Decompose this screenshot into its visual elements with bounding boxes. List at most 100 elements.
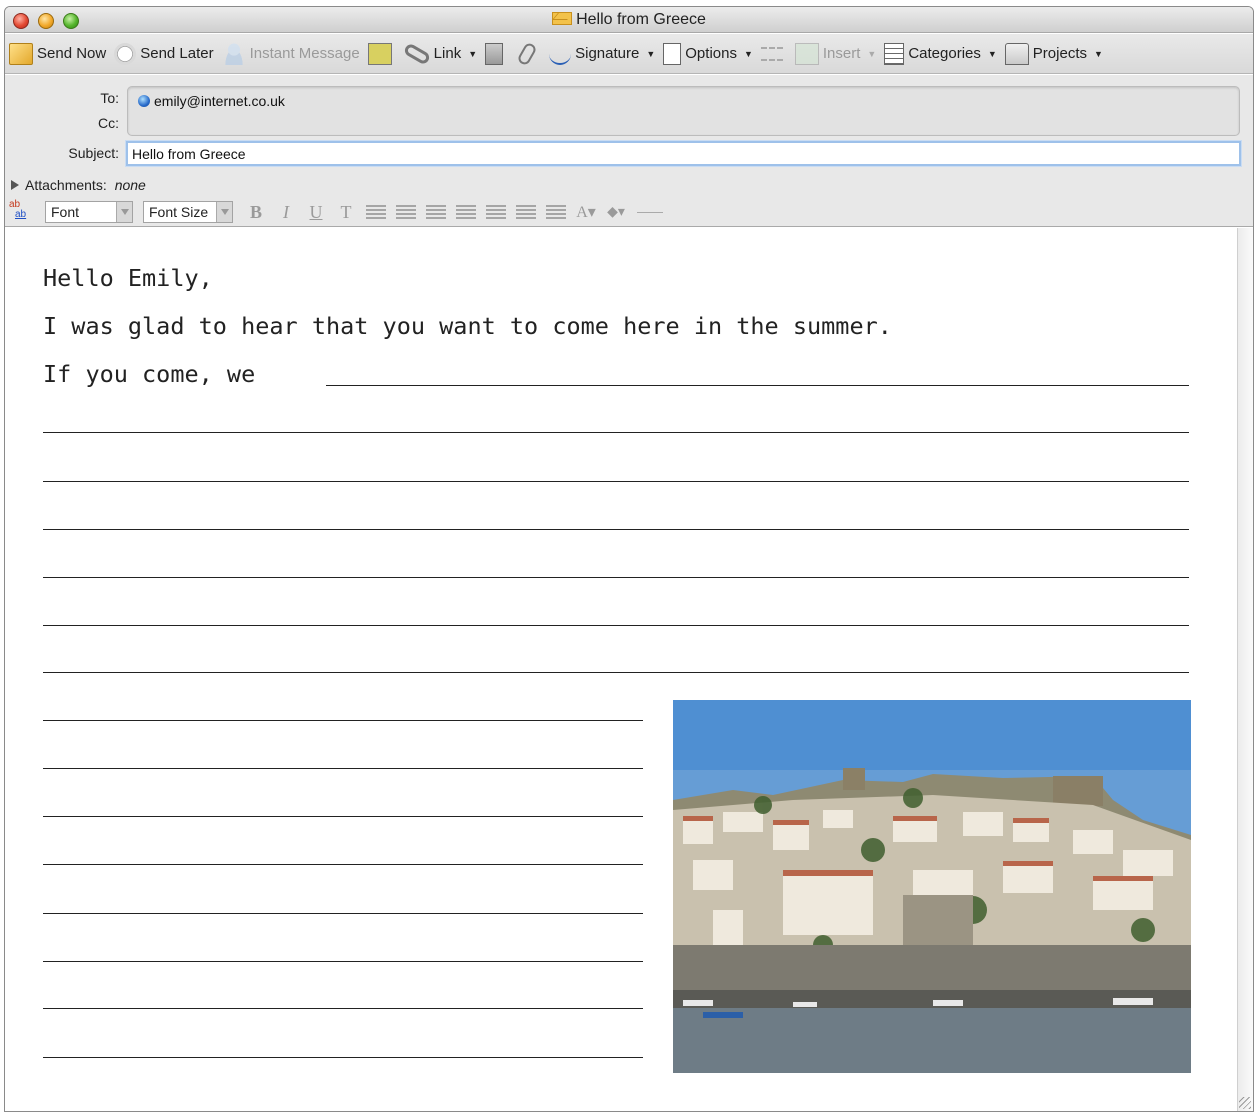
insert-icon — [794, 42, 819, 65]
format-icon — [760, 46, 783, 61]
increase-indent-button[interactable] — [541, 201, 571, 223]
send-now-label: Send Now — [37, 45, 107, 62]
projects-menu-icon: ▼ — [1093, 48, 1103, 59]
signature-menu-icon: ▼ — [646, 48, 656, 59]
categories-menu-icon: ▼ — [987, 48, 997, 59]
spelling-icon[interactable]: ab ab — [9, 200, 35, 224]
link-menu-icon: ▼ — [468, 48, 478, 59]
attachments-label: Attachments: — [25, 177, 107, 193]
message-line-1: Hello Emily, — [43, 264, 213, 292]
underline-button[interactable]: U — [301, 201, 331, 223]
instant-message-label: Instant Message — [249, 45, 360, 62]
save-icon — [367, 42, 392, 65]
signature-label: Signature — [575, 45, 640, 62]
bulleted-list-icon — [486, 205, 506, 219]
link-button[interactable]: Link ▼ — [402, 39, 478, 69]
message-line-2: I was glad to hear that you want to come… — [43, 312, 892, 340]
insert-button[interactable]: Insert ▼ — [794, 39, 877, 69]
link-label: Link — [433, 45, 462, 62]
italic-button[interactable]: I — [271, 201, 301, 223]
formatting-bar: ab ab Font Font Size B I U T A▾ ◆▾ — [9, 199, 663, 225]
contact-globe-icon — [138, 95, 150, 107]
options-label: Options — [685, 45, 737, 62]
categories-button[interactable]: Categories ▼ — [884, 39, 997, 69]
format-button[interactable] — [760, 39, 787, 69]
align-left-icon — [366, 205, 386, 219]
numbered-list-button[interactable] — [451, 201, 481, 223]
options-icon — [663, 42, 682, 65]
answer-line — [43, 816, 643, 817]
send-later-button[interactable]: Send Later — [114, 39, 214, 69]
save-button[interactable] — [367, 39, 396, 69]
projects-label: Projects — [1032, 45, 1087, 62]
answer-line — [43, 1008, 643, 1009]
to-label: To: — [100, 90, 119, 106]
send-now-button[interactable]: Send Now — [9, 39, 106, 69]
font-size-dropdown[interactable]: Font Size — [143, 201, 233, 223]
answer-line — [43, 913, 643, 914]
compose-window: Hello from Greece Send Now Send Later In… — [4, 6, 1254, 1112]
instant-message-button[interactable]: Instant Message — [221, 39, 360, 69]
options-menu-icon: ▼ — [743, 48, 753, 59]
font-size-dropdown-label: Font Size — [149, 204, 209, 220]
disclosure-triangle-icon[interactable] — [11, 180, 19, 190]
delete-button[interactable] — [485, 39, 507, 69]
answer-line — [43, 864, 643, 865]
align-center-button[interactable] — [391, 201, 421, 223]
to-recipient-token[interactable]: emily@internet.co.uk — [138, 93, 285, 109]
answer-line — [43, 529, 1189, 530]
insert-menu-icon: ▼ — [867, 48, 877, 59]
decrease-indent-button[interactable] — [511, 201, 541, 223]
horizontal-rule-icon[interactable] — [637, 211, 663, 213]
bold-button[interactable]: B — [241, 201, 271, 223]
address-field[interactable]: emily@internet.co.uk — [127, 86, 1240, 136]
resize-grip-icon[interactable] — [1239, 1097, 1251, 1109]
window-title: Hello from Greece — [576, 11, 706, 28]
numbered-list-icon — [456, 205, 476, 219]
projects-button[interactable]: Projects ▼ — [1004, 39, 1103, 69]
toolbar: Send Now Send Later Instant Message Link… — [5, 34, 1253, 74]
send-later-label: Send Later — [140, 45, 214, 62]
window-title-container: Hello from Greece — [5, 11, 1253, 29]
attach-button[interactable] — [515, 39, 541, 69]
text-style-button[interactable]: T — [331, 201, 361, 223]
send-now-icon — [9, 42, 33, 65]
text-color-button[interactable]: A▾ — [571, 201, 601, 223]
font-dropdown-label: Font — [51, 204, 80, 220]
font-dropdown-arrow-icon — [116, 202, 132, 222]
vertical-scrollbar[interactable] — [1237, 228, 1253, 1111]
background-color-button[interactable]: ◆▾ — [601, 201, 631, 223]
link-icon — [402, 41, 431, 66]
answer-line — [43, 768, 643, 769]
options-button[interactable]: Options ▼ — [663, 39, 753, 69]
bulleted-list-button[interactable] — [481, 201, 511, 223]
message-body[interactable]: Hello Emily, I was glad to hear that you… — [5, 228, 1237, 1111]
answer-line — [326, 385, 1189, 386]
insert-label: Insert — [822, 45, 861, 62]
title-bar: Hello from Greece — [5, 7, 1253, 33]
answer-line — [43, 625, 1189, 626]
signature-button[interactable]: Signature ▼ — [549, 39, 655, 69]
greece-harbour-town-photo — [673, 700, 1191, 1073]
font-dropdown[interactable]: Font — [45, 201, 133, 223]
instant-message-icon — [221, 42, 246, 65]
subject-input[interactable] — [126, 141, 1241, 166]
message-line-3: If you come, we — [43, 360, 256, 388]
attachment-icon — [516, 40, 538, 67]
send-later-icon — [114, 42, 137, 65]
projects-icon — [1004, 42, 1029, 65]
envelope-icon — [552, 12, 573, 25]
increase-indent-icon — [546, 205, 566, 219]
cc-label: Cc: — [98, 115, 119, 131]
signature-icon — [549, 43, 572, 65]
subject-label: Subject: — [68, 145, 119, 161]
answer-line — [43, 481, 1189, 482]
answer-line — [43, 1057, 643, 1058]
to-recipient: emily@internet.co.uk — [154, 93, 285, 109]
message-header: To: Cc: emily@internet.co.uk Subject: At… — [5, 75, 1253, 227]
paint-bucket-icon: ◆▾ — [607, 204, 625, 220]
categories-icon — [884, 42, 905, 65]
attachments-toggle[interactable]: Attachments: none — [11, 177, 146, 193]
align-left-button[interactable] — [361, 201, 391, 223]
align-right-button[interactable] — [421, 201, 451, 223]
